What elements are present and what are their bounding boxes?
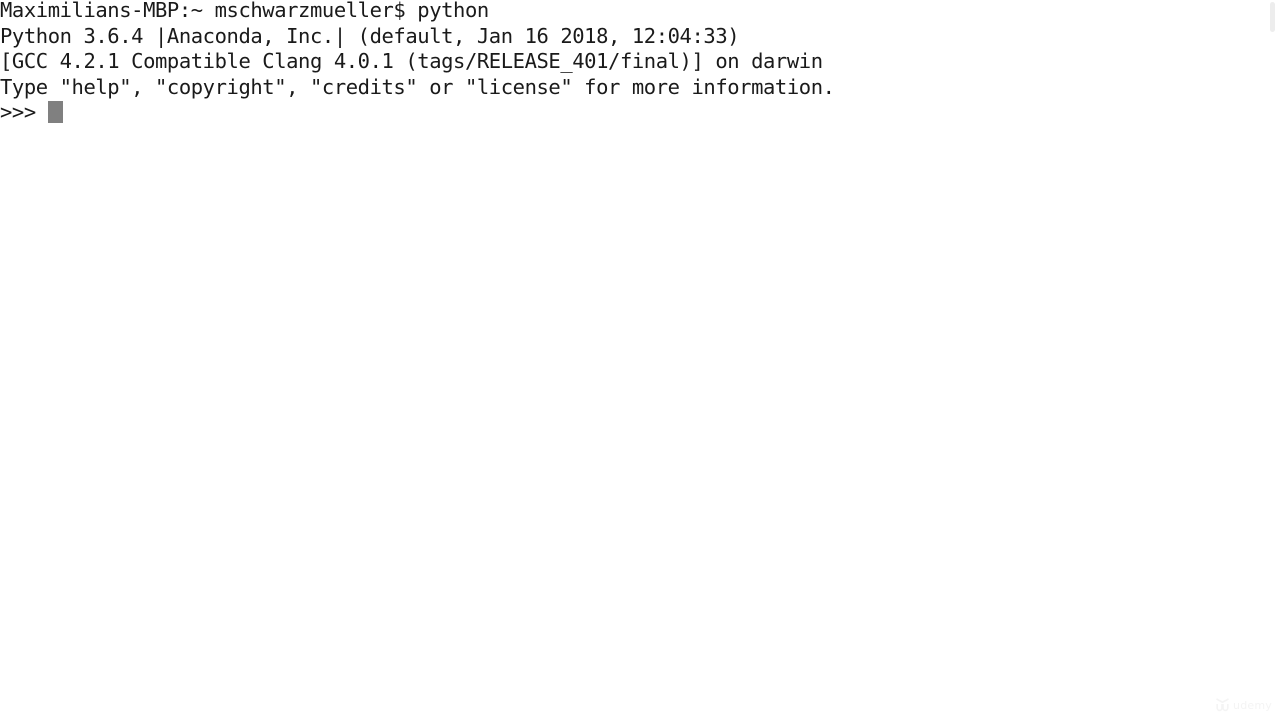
terminal-line: Python 3.6.4 |Anaconda, Inc.| (default, … bbox=[0, 23, 740, 48]
text-cursor bbox=[47, 101, 63, 123]
udemy-watermark: udemy bbox=[1215, 698, 1272, 712]
terminal-line: [GCC 4.2.1 Compatible Clang 4.0.1 (tags/… bbox=[0, 49, 823, 73]
python-prompt: >>> bbox=[0, 100, 48, 124]
scrollbar-thumb[interactable] bbox=[1270, 2, 1275, 32]
udemy-logo-icon bbox=[1216, 698, 1229, 712]
terminal-line: Type "help", "copyright", "credits" or "… bbox=[0, 74, 835, 99]
terminal-output: Maximilians-MBP:~ mschwarzmueller$ pytho… bbox=[0, 0, 835, 126]
terminal-window[interactable]: Maximilians-MBP:~ mschwarzmueller$ pytho… bbox=[0, 0, 1280, 720]
terminal-line: Maximilians-MBP:~ mschwarzmueller$ pytho… bbox=[0, 0, 489, 22]
terminal-prompt-line[interactable]: >>> bbox=[0, 100, 835, 126]
scrollbar[interactable] bbox=[1265, 0, 1280, 720]
